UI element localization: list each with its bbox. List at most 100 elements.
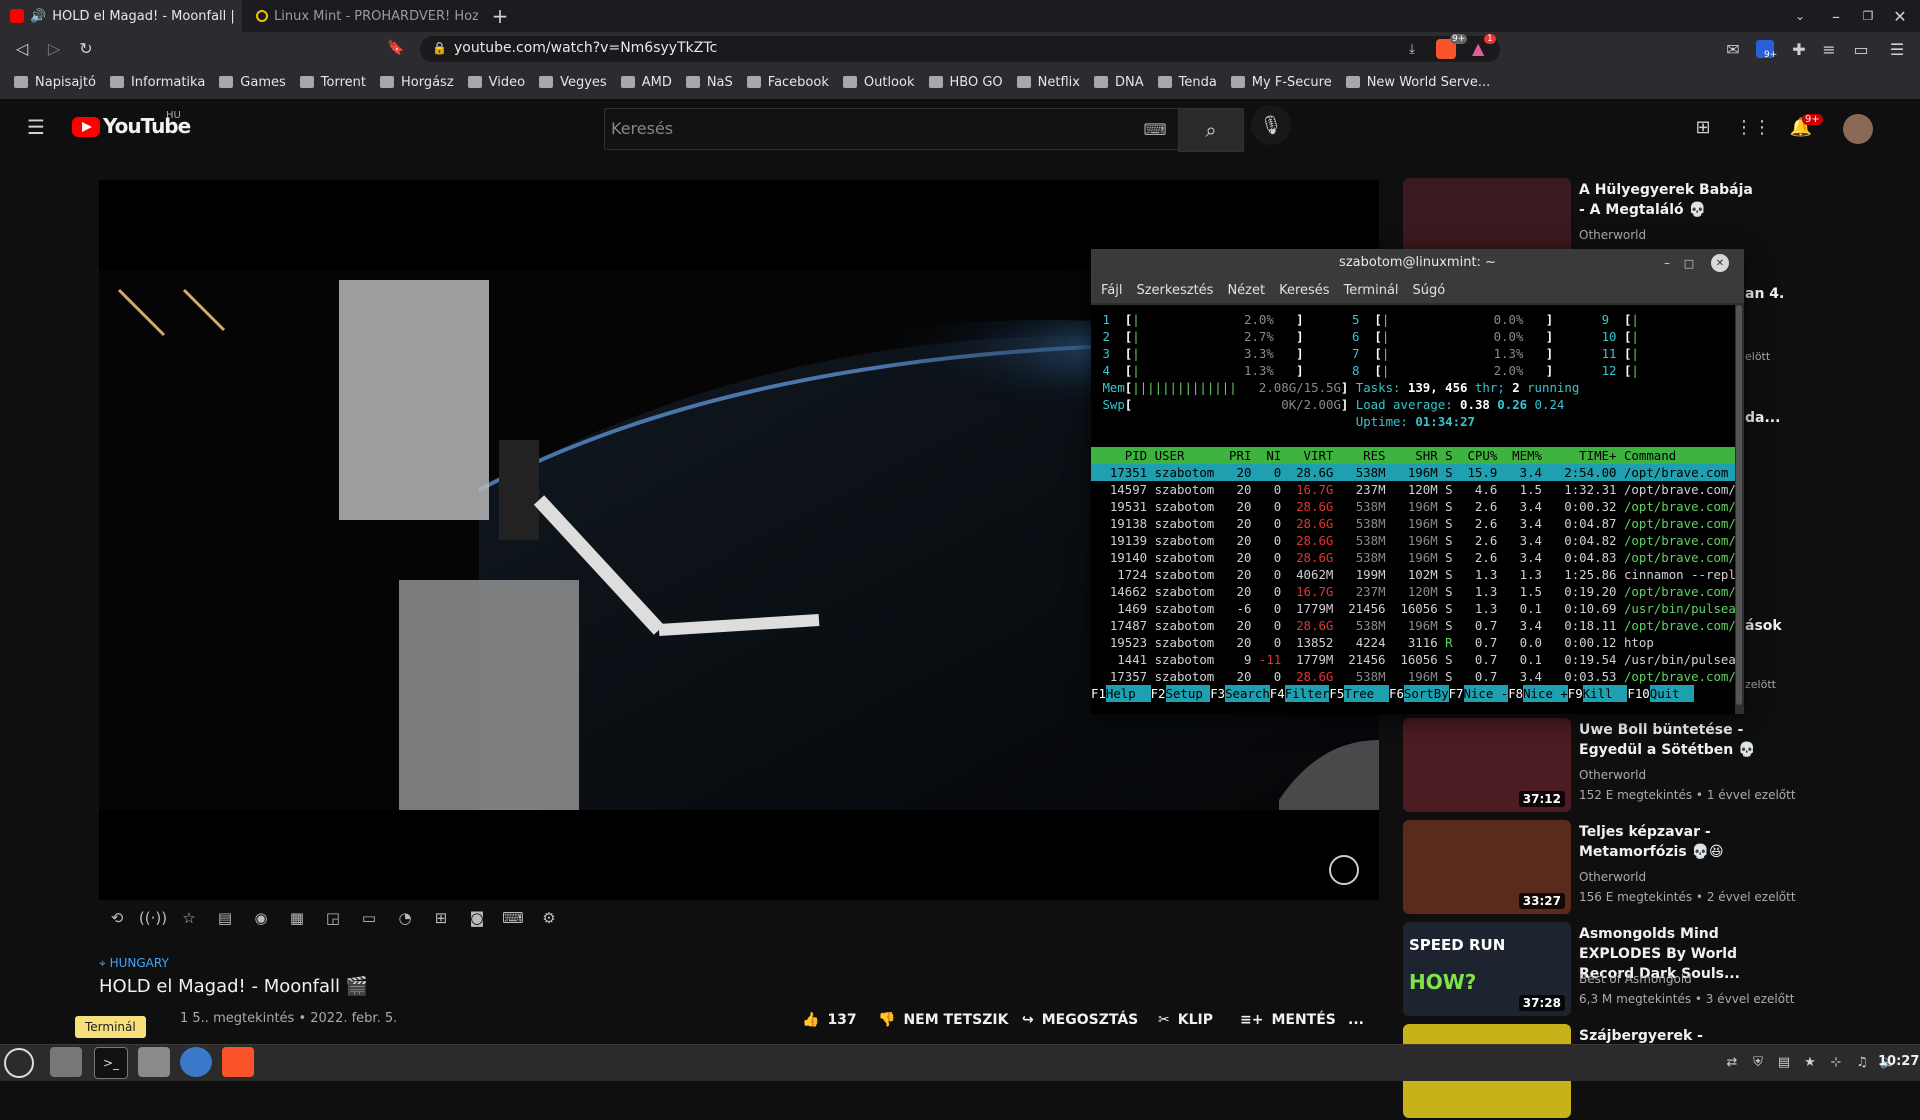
search-box[interactable]: Keresés ⌨ (604, 108, 1180, 150)
video-thumbnail[interactable]: 33:27 (1403, 820, 1571, 914)
terminal-titlebar[interactable]: szabotom@linuxmint: ~ – □ ✕ (1091, 249, 1744, 277)
notes-tray-icon[interactable]: ▤ (1774, 1052, 1794, 1072)
menu-hamburger-icon[interactable]: ☰ (22, 113, 50, 141)
clip-button[interactable]: ✂ KLIP (1158, 1012, 1213, 1028)
keyboard-icon[interactable]: ⌨ (1143, 117, 1167, 141)
fkey-key[interactable]: F10 (1627, 685, 1649, 702)
close-icon[interactable]: ✕ (1711, 254, 1729, 272)
more-actions-button[interactable]: ... (1348, 1012, 1364, 1028)
terminal-window[interactable]: szabotom@linuxmint: ~ – □ ✕ Fájl Szerkesz… (1091, 249, 1744, 714)
fkey-key[interactable]: F5 (1329, 685, 1344, 702)
channel-name[interactable]: Otherworld (1579, 870, 1646, 884)
fkey-key[interactable]: F2 (1151, 685, 1166, 702)
playlist-settings-icon[interactable]: ▤ (207, 902, 243, 934)
tab-list-chevron-icon[interactable]: ⌄ (1788, 4, 1812, 28)
bookmark-item[interactable]: Outlook (842, 75, 915, 90)
fkey-label[interactable]: Help (1105, 685, 1151, 702)
bookmark-item[interactable]: Games (219, 75, 286, 90)
extensions-puzzle-icon[interactable]: ✚ (1786, 36, 1812, 62)
process-row[interactable]: 1441 szabotom 9 -11 1779M 21456 16056 S 0.7 0.1 0:… (1091, 651, 1735, 668)
picture-in-picture-icon[interactable]: ◲ (315, 902, 351, 934)
terminal-menu-item[interactable]: Terminál (1344, 283, 1399, 298)
fkey-label[interactable]: Tree (1344, 685, 1389, 702)
process-row[interactable]: 1469 szabotom -6 0 1779M 21456 16056 S 1.3 0.1 0:1… (1091, 600, 1735, 617)
recommended-title[interactable]: Teljes képzavar - Metamorfózis 💀😆 (1579, 822, 1759, 862)
search-button[interactable]: ⌕ (1178, 108, 1244, 152)
keyboard-icon[interactable]: ⌨ (495, 902, 531, 934)
bookmark-item[interactable]: Vegyes (539, 75, 607, 90)
process-row[interactable]: 19531 szabotom 20 0 28.6G 538M 196M S 2.6 3.4 0:00… (1091, 498, 1735, 515)
process-row[interactable]: 17487 szabotom 20 0 28.6G 538M 196M S 0.7 3.4 0:18… (1091, 617, 1735, 634)
process-row[interactable]: 19139 szabotom 20 0 28.6G 538M 196M S 2.6 3.4 0:04… (1091, 532, 1735, 549)
files-folder-icon[interactable] (138, 1047, 170, 1077)
recommended-title[interactable]: Szájbergyerek - (1579, 1026, 1759, 1046)
audio-effect-icon[interactable]: ((·)) (135, 902, 171, 934)
minimize-window-button[interactable]: – (1824, 4, 1848, 28)
show-desktop-icon[interactable] (50, 1047, 82, 1077)
forward-arrow-icon[interactable]: ▷ (42, 36, 66, 60)
channel-name[interactable]: Otherworld (1579, 768, 1646, 782)
download-icon[interactable]: ⤓ (1400, 37, 1424, 61)
share-button[interactable]: ↪ MEGOSZTÁS (1022, 1012, 1138, 1028)
view-settings-icon[interactable]: ◉ (243, 902, 279, 934)
bookmark-item[interactable]: HBO GO (928, 75, 1003, 90)
process-row[interactable]: 17357 szabotom 20 0 28.6G 538M 196M S 0.7 3.4 0:03… (1091, 668, 1735, 685)
brave-browser-icon[interactable] (222, 1047, 254, 1077)
bookmark-item[interactable]: Netflix (1016, 75, 1080, 90)
terminal-menu-item[interactable]: Nézet (1227, 283, 1265, 298)
dislike-button[interactable]: 👎 NEM TETSZIK (878, 1012, 1008, 1028)
close-window-button[interactable]: ✕ (1888, 4, 1912, 28)
screenshot-camera-icon[interactable]: ◙ (459, 902, 495, 934)
recommended-title[interactable]: Uwe Boll büntetése - Egyedül a Sötétben … (1579, 720, 1759, 760)
bookmark-item[interactable]: Tenda (1157, 75, 1217, 90)
shield-tray-icon[interactable]: ⛨ (1748, 1052, 1768, 1072)
fkey-label[interactable]: Setup (1165, 685, 1211, 702)
brave-rewards-icon[interactable]: ▲ (1472, 39, 1484, 58)
fkey-key[interactable]: F1 (1091, 685, 1106, 702)
bookmark-item[interactable]: Informatika (109, 75, 205, 90)
fkey-label[interactable]: Nice - (1463, 685, 1508, 702)
favorites-star-icon[interactable]: ★ (1800, 1052, 1820, 1072)
fkey-key[interactable]: F8 (1508, 685, 1523, 702)
settings-gear-icon[interactable]: ⚙ (531, 902, 567, 934)
location-tag[interactable]: ⌖ HUNGARY (99, 956, 169, 971)
voice-search-button[interactable]: 🎙 (1251, 105, 1291, 145)
bookmark-item[interactable]: My F-Secure (1230, 75, 1332, 90)
process-row[interactable]: 19138 szabotom 20 0 28.6G 538M 196M S 2.6 3.4 0:04… (1091, 515, 1735, 532)
save-button[interactable]: ≡+ MENTÉS (1240, 1012, 1336, 1028)
channel-name[interactable]: Otherworld (1579, 228, 1646, 242)
channel-name[interactable]: Best of Asmongold (1579, 972, 1692, 986)
fkey-label[interactable]: SortBy (1403, 685, 1449, 702)
address-bar[interactable]: 🔒 youtube.com/watch?v=Nm6syyTkZTc ⤓ 9+ ▲… (420, 34, 1500, 62)
create-video-icon[interactable]: ⊞ (1688, 112, 1718, 142)
bookmark-item[interactable]: Torrent (299, 75, 366, 90)
loop-icon[interactable]: ⟲ (99, 902, 135, 934)
bookmark-item[interactable]: DNA (1093, 75, 1144, 90)
like-button[interactable]: 👍 137 (802, 1012, 857, 1028)
bookmark-item[interactable]: Horgász (379, 75, 454, 90)
bookmark-item[interactable]: NaS (685, 75, 733, 90)
maximize-window-button[interactable]: ❐ (1856, 4, 1880, 28)
fkey-key[interactable]: F3 (1210, 685, 1225, 702)
new-tab-button[interactable]: + (488, 4, 512, 28)
mail-icon[interactable]: ✉ (1720, 36, 1746, 62)
wordpress-icon[interactable] (180, 1047, 212, 1077)
youtube-logo-icon[interactable] (72, 117, 100, 137)
fkey-label[interactable]: Quit (1649, 685, 1695, 702)
tab-youtube[interactable]: 🔊 HOLD el Magad! - Moonfall | (0, 0, 242, 32)
bookmark-item[interactable]: Napisajtó (14, 75, 96, 90)
process-row[interactable]: 14662 szabotom 20 0 16.7G 237M 120M S 1.3 1.5 0:19… (1091, 583, 1735, 600)
minimize-icon[interactable]: – (1657, 253, 1677, 273)
apps-grid-icon[interactable]: ⋮⋮ (1735, 112, 1771, 142)
star-icon[interactable]: ☆ (171, 902, 207, 934)
fkey-label[interactable]: Search (1225, 685, 1270, 702)
terminal-menu-item[interactable]: Szerkesztés (1136, 283, 1213, 298)
avatar[interactable] (1843, 114, 1873, 144)
fkey-label[interactable]: Kill (1582, 685, 1628, 702)
htop-screen[interactable]: 1[|2.0%]5[|0.0%]9[|1.3%]13[|2.0%]2[|2.7%… (1091, 305, 1735, 714)
clock[interactable]: 10:27 (1878, 1054, 1919, 1069)
speed-icon[interactable]: ◔ (387, 902, 423, 934)
process-row[interactable]: 19140 szabotom 20 0 28.6G 538M 196M S 2.6 3.4 0:04… (1091, 549, 1735, 566)
reload-icon[interactable]: ↻ (74, 36, 98, 60)
bookmark-item[interactable]: Facebook (746, 75, 829, 90)
